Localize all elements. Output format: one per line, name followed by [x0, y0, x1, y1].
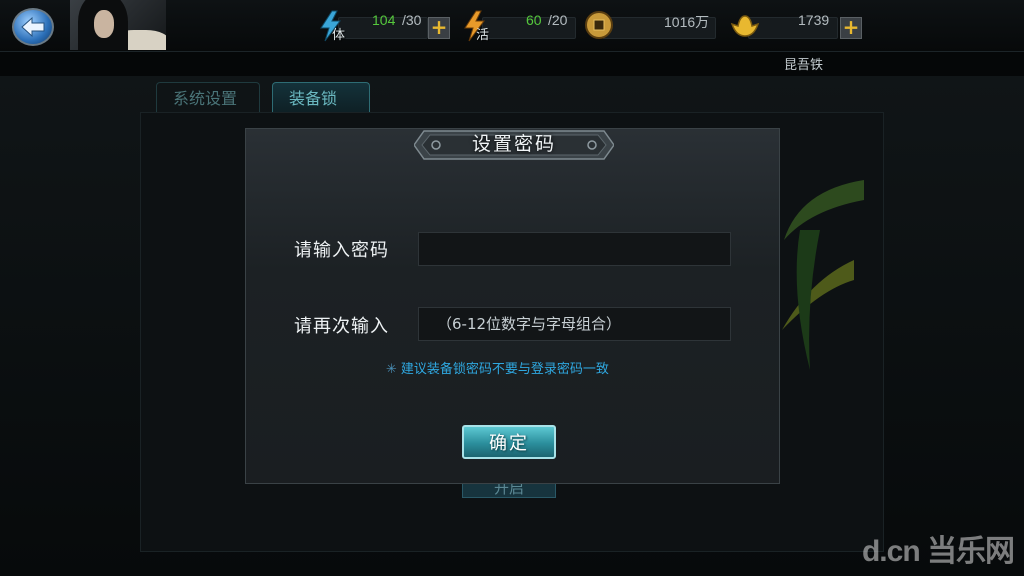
dialog-title-plate: 设置密码: [413, 125, 615, 165]
tab-system-settings[interactable]: 系统设置: [156, 82, 260, 114]
add-stamina-button[interactable]: +: [428, 17, 450, 39]
player-name: 昆吾铁: [784, 58, 824, 73]
arrow-left-icon: [21, 16, 45, 38]
password-input[interactable]: [418, 232, 731, 266]
lightning-icon: 体: [318, 10, 348, 43]
confirm-button[interactable]: 确定: [462, 425, 556, 459]
set-password-dialog: 设置密码 请输入密码 请再次输入 ✳ 建议装备锁密码不要与登录密码一致 确定: [245, 128, 780, 484]
back-button[interactable]: [12, 8, 54, 46]
confirm-password-input[interactable]: [418, 307, 731, 341]
stamina-current: 104: [372, 12, 396, 28]
ingot-value: 1739: [798, 12, 830, 28]
password-label: 请输入密码: [294, 240, 389, 261]
tab-equipment-lock[interactable]: 装备锁: [272, 82, 370, 114]
confirm-password-label: 请再次输入: [294, 316, 389, 337]
top-status-bar: 39 体 104 /30 + 活 60 /20 1016万 17: [0, 0, 1024, 52]
coin-value: 1016万: [664, 14, 710, 30]
stamina-max: /30: [402, 12, 422, 28]
stamina-resource: 体 104 /30 +: [318, 10, 452, 43]
leaf-decoration-icon: [782, 180, 864, 370]
energy-current: 60: [526, 12, 542, 28]
password-hint: ✳ 建议装备锁密码不要与登录密码一致: [386, 358, 609, 377]
energy-resource: 活 60 /20: [462, 10, 578, 43]
ingot-resource: 1739 +: [730, 10, 862, 42]
hint-text: 建议装备锁密码不要与登录密码一致: [400, 362, 609, 377]
star-icon: ✳: [386, 362, 397, 377]
coin-resource: 1016万: [584, 10, 716, 42]
gold-ingot-icon: [730, 10, 760, 42]
coin-icon: [584, 10, 614, 42]
lightning-icon: 活: [462, 10, 492, 43]
add-ingot-button[interactable]: +: [840, 17, 862, 39]
avatar[interactable]: 39: [70, 0, 166, 50]
watermark: d.cn 当乐网: [861, 535, 1015, 568]
dialog-title: 设置密码: [471, 133, 556, 155]
energy-max: /20: [548, 12, 568, 28]
